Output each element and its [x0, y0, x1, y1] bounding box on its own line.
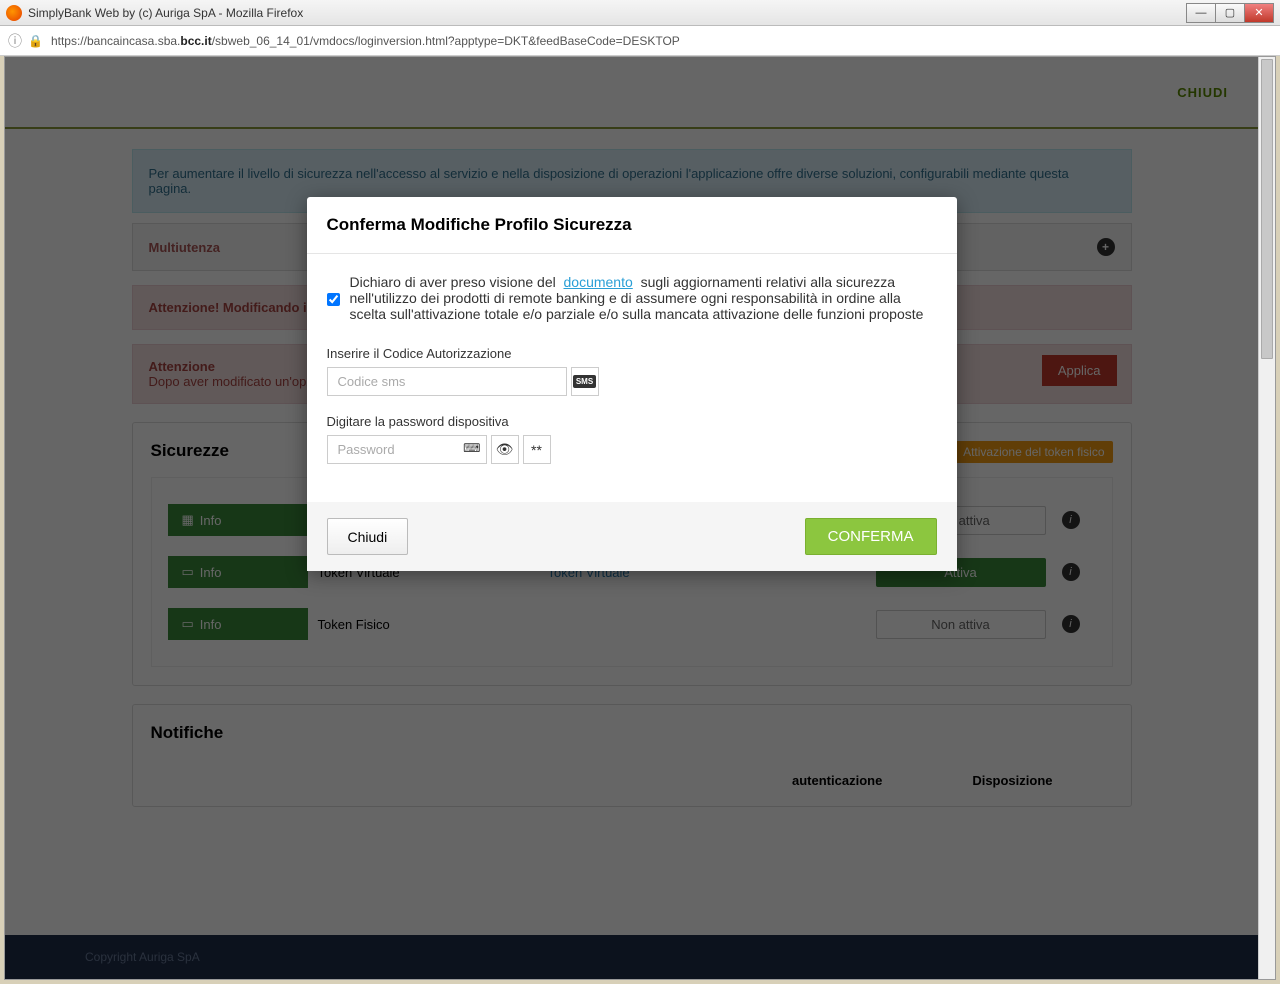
vertical-scrollbar[interactable]: [1258, 57, 1275, 979]
lock-icon: 🔒: [28, 34, 43, 48]
sms-request-button[interactable]: SMS: [571, 367, 599, 396]
disclaimer-row: Dichiaro di aver preso visione del docum…: [327, 274, 937, 322]
modal-header: Conferma Modifiche Profilo Sicurezza: [307, 197, 957, 254]
window-title: SimplyBank Web by (c) Auriga SpA - Mozil…: [28, 6, 303, 20]
code-input-row: SMS: [327, 367, 937, 396]
close-window-button[interactable]: ✕: [1244, 3, 1274, 23]
info-icon: ⓘ: [8, 31, 22, 51]
eye-icon: 👁: [496, 441, 514, 458]
page-area: CHIUDI Per aumentare il livello di sicur…: [4, 56, 1276, 980]
keyboard-icon[interactable]: ⌨: [463, 441, 480, 455]
modal-close-button[interactable]: Chiudi: [327, 518, 409, 555]
stars-label: **: [531, 442, 542, 458]
scrollbar-thumb[interactable]: [1261, 59, 1273, 359]
disclaimer-checkbox[interactable]: [327, 277, 340, 322]
maximize-button[interactable]: ▢: [1215, 3, 1245, 23]
modal-title: Conferma Modifiche Profilo Sicurezza: [327, 215, 937, 235]
modal-body: Dichiaro di aver preso visione del docum…: [307, 254, 957, 502]
url-text: https://bancaincasa.sba.bcc.it/sbweb_06_…: [51, 34, 680, 48]
minimize-button[interactable]: —: [1186, 3, 1216, 23]
code-label: Inserire il Codice Autorizzazione: [327, 346, 937, 361]
confirm-modal: Conferma Modifiche Profilo Sicurezza Dic…: [307, 197, 957, 571]
browser-titlebar: SimplyBank Web by (c) Auriga SpA - Mozil…: [0, 0, 1280, 26]
sms-icon: SMS: [573, 375, 596, 388]
sms-code-input[interactable]: [327, 367, 567, 396]
browser-url-bar[interactable]: ⓘ 🔒 https://bancaincasa.sba.bcc.it/sbweb…: [0, 26, 1280, 56]
mask-button[interactable]: **: [523, 435, 551, 464]
password-label: Digitare la password dispositiva: [327, 414, 937, 429]
password-input-row: ⌨ 👁 **: [327, 435, 937, 464]
window-controls: — ▢ ✕: [1187, 3, 1274, 23]
document-link[interactable]: documento: [564, 274, 633, 290]
firefox-icon: [6, 5, 22, 21]
show-password-button[interactable]: 👁: [491, 435, 519, 464]
modal-footer: Chiudi CONFERMA: [307, 502, 957, 571]
disclaimer-text: Dichiaro di aver preso visione del docum…: [350, 274, 937, 322]
modal-confirm-button[interactable]: CONFERMA: [805, 518, 937, 555]
modal-overlay: Conferma Modifiche Profilo Sicurezza Dic…: [5, 57, 1258, 979]
